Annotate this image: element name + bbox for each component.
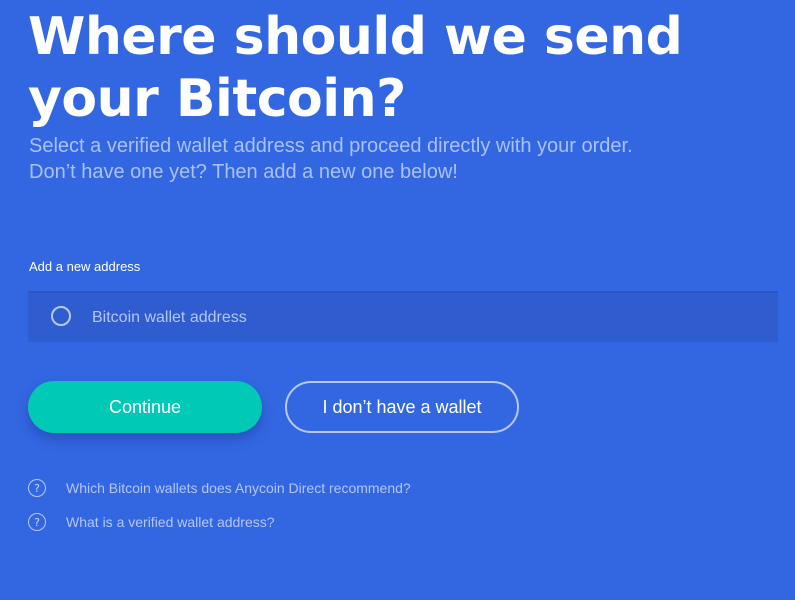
add-address-label: Add a new address [29, 259, 141, 274]
subtitle-line-2: Don’t have one yet? Then add a new one b… [29, 161, 458, 183]
question-circle-icon: ? [28, 513, 46, 531]
continue-button[interactable]: Continue [28, 381, 262, 433]
wallet-address-page: Where should we send your Bitcoin? Selec… [0, 0, 795, 600]
address-field[interactable] [28, 291, 778, 342]
no-wallet-button[interactable]: I don’t have a wallet [285, 381, 519, 433]
page-title: Where should we send your Bitcoin? [28, 7, 683, 129]
subtitle-line-1: Select a verified wallet address and pro… [29, 135, 633, 157]
help-link-verified-address[interactable]: ? What is a verified wallet address? [28, 513, 275, 531]
page-subtitle: Select a verified wallet address and pro… [29, 133, 769, 185]
help-link-text[interactable]: What is a verified wallet address? [66, 514, 275, 530]
address-radio[interactable] [51, 306, 71, 326]
question-circle-icon: ? [28, 479, 46, 497]
help-link-recommended-wallets[interactable]: ? Which Bitcoin wallets does Anycoin Dir… [28, 479, 411, 497]
help-link-text[interactable]: Which Bitcoin wallets does Anycoin Direc… [66, 480, 411, 496]
bitcoin-address-input[interactable] [92, 293, 762, 342]
